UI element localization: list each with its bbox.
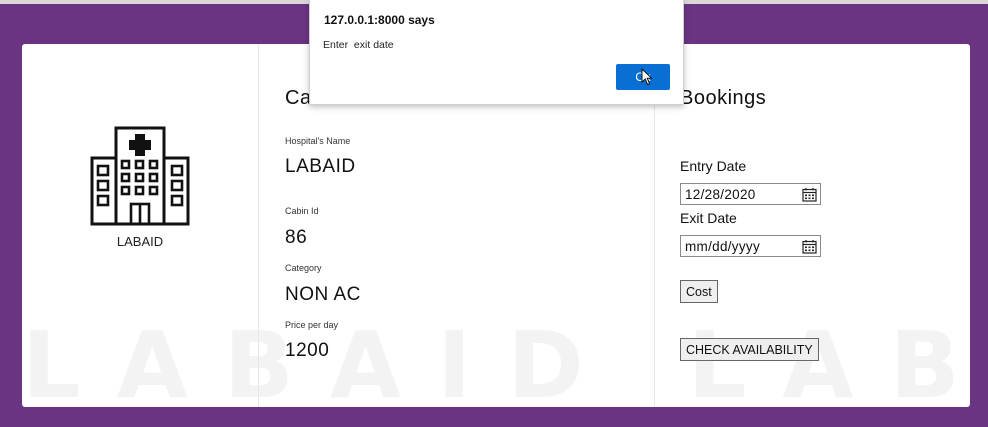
price-label: Price per day [285, 320, 339, 330]
entry-date-value: 12/28/2020 [685, 187, 756, 202]
check-availability-button[interactable]: CHECK AVAILABILITY [680, 338, 819, 361]
calendar-icon[interactable] [802, 239, 817, 254]
details-title: Ca [285, 87, 312, 109]
bookings-panel: Bookings Entry Date 12/28/2020 Exit Date… [655, 44, 970, 407]
exit-date-placeholder: mm/dd/yyyy [685, 239, 761, 254]
entry-date-input[interactable]: 12/28/2020 [680, 183, 821, 205]
cabin-id-value: 86 [285, 227, 308, 248]
category-label: Category [285, 263, 322, 273]
mouse-cursor-icon [641, 68, 653, 86]
hospital-panel: LABAID [22, 44, 258, 407]
hospital-logo-caption: LABAID [116, 234, 164, 249]
hospital-building-icon [90, 126, 190, 226]
exit-date-input[interactable]: mm/dd/yyyy [680, 235, 821, 257]
alert-dialog: 127.0.0.1:8000 says Enter exit date Ok [309, 0, 684, 105]
category-value: NON AC [285, 284, 361, 305]
dialog-message: Enter exit date [323, 39, 394, 51]
hospital-name-label: Hospital's Name [285, 136, 351, 146]
dialog-origin-title: 127.0.0.1:8000 says [324, 13, 435, 27]
calendar-icon[interactable] [802, 187, 817, 202]
cabin-id-label: Cabin Id [285, 206, 319, 216]
hospital-name-value: LABAID [285, 156, 356, 177]
cost-button[interactable]: Cost [680, 280, 718, 303]
exit-date-label: Exit Date [680, 210, 737, 226]
price-value: 1200 [285, 340, 330, 361]
bookings-title: Bookings [680, 87, 767, 109]
entry-date-label: Entry Date [680, 158, 747, 174]
